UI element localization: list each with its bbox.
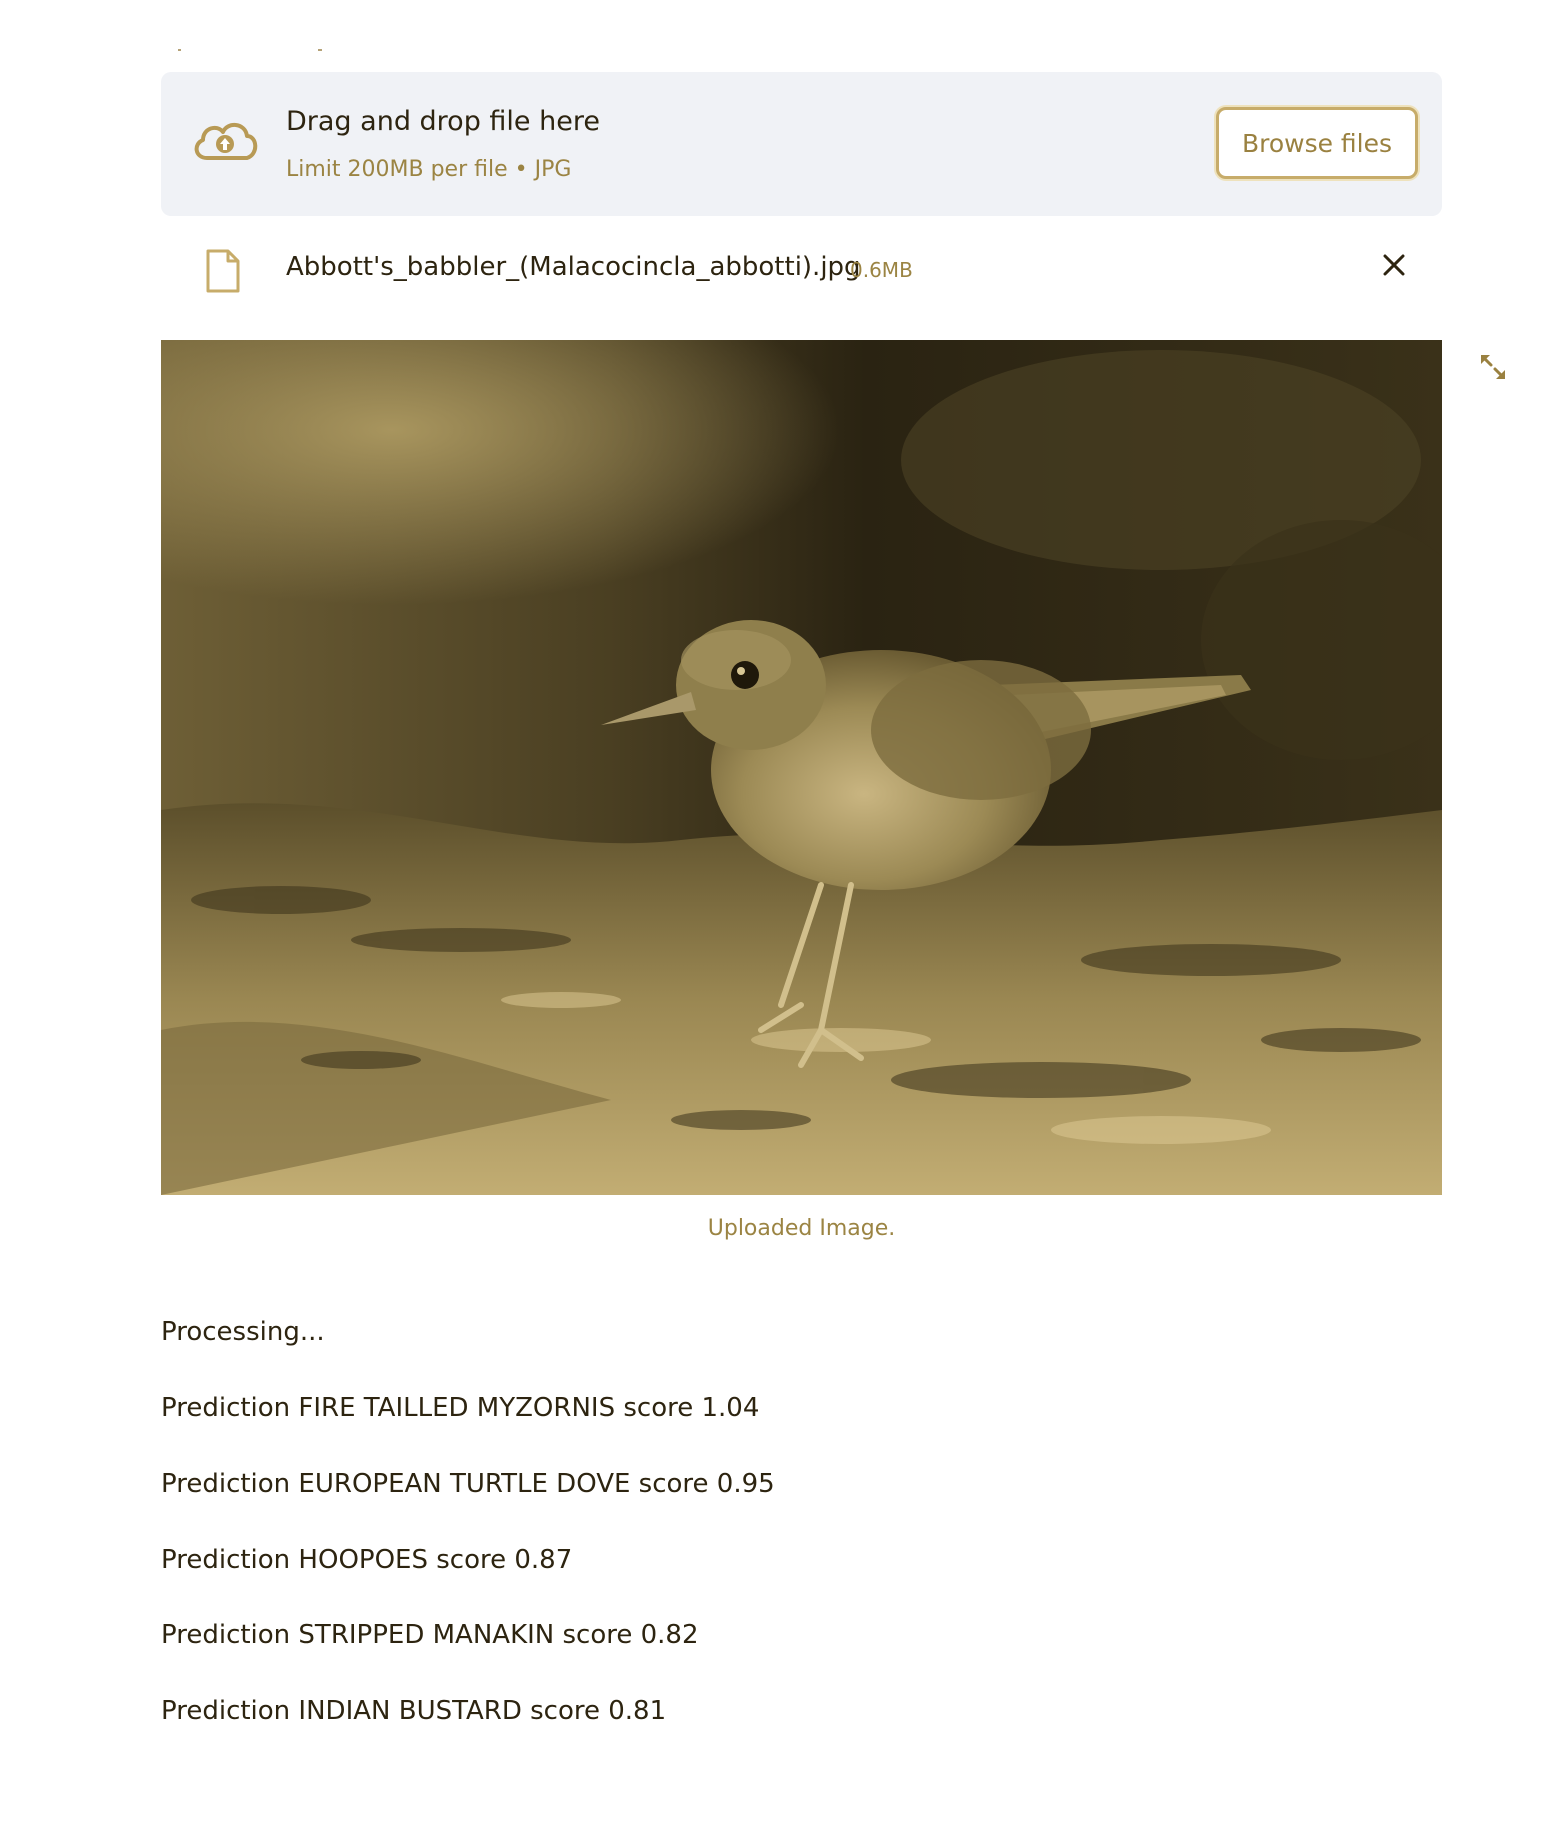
- uploaded-file-size: 0.6MB: [850, 258, 913, 282]
- dropzone-limit-text: Limit 200MB per file • JPG: [286, 157, 572, 182]
- file-dropzone[interactable]: Drag and drop file here Limit 200MB per …: [161, 72, 1442, 216]
- prediction-line: Prediction EUROPEAN TURTLE DOVE score 0.…: [161, 1469, 775, 1499]
- prediction-line: Prediction INDIAN BUSTARD score 0.81: [161, 1696, 667, 1726]
- processing-status: Processing...: [161, 1317, 325, 1347]
- prediction-line: Prediction HOOPOES score 0.87: [161, 1545, 573, 1575]
- app-page: Drag and drop file here Limit 200MB per …: [0, 0, 1560, 1824]
- browse-files-button[interactable]: Browse files: [1216, 107, 1418, 179]
- close-icon[interactable]: [1379, 250, 1409, 280]
- fullscreen-expand-icon[interactable]: [1478, 352, 1508, 382]
- image-caption: Uploaded Image.: [707, 1216, 896, 1241]
- clipped-heading-remnant: [178, 49, 322, 51]
- uploaded-image: [161, 340, 1442, 1195]
- bird-photo: [161, 340, 1442, 1195]
- uploaded-file-name: Abbott's_babbler_(Malacocincla_abbotti).…: [286, 252, 861, 282]
- cloud-upload-icon: [194, 123, 258, 160]
- dropzone-title: Drag and drop file here: [286, 106, 600, 137]
- file-icon: [206, 249, 240, 293]
- prediction-line: Prediction FIRE TAILLED MYZORNIS score 1…: [161, 1393, 760, 1423]
- prediction-line: Prediction STRIPPED MANAKIN score 0.82: [161, 1620, 699, 1650]
- uploaded-file-row: Abbott's_babbler_(Malacocincla_abbotti).…: [161, 240, 1442, 300]
